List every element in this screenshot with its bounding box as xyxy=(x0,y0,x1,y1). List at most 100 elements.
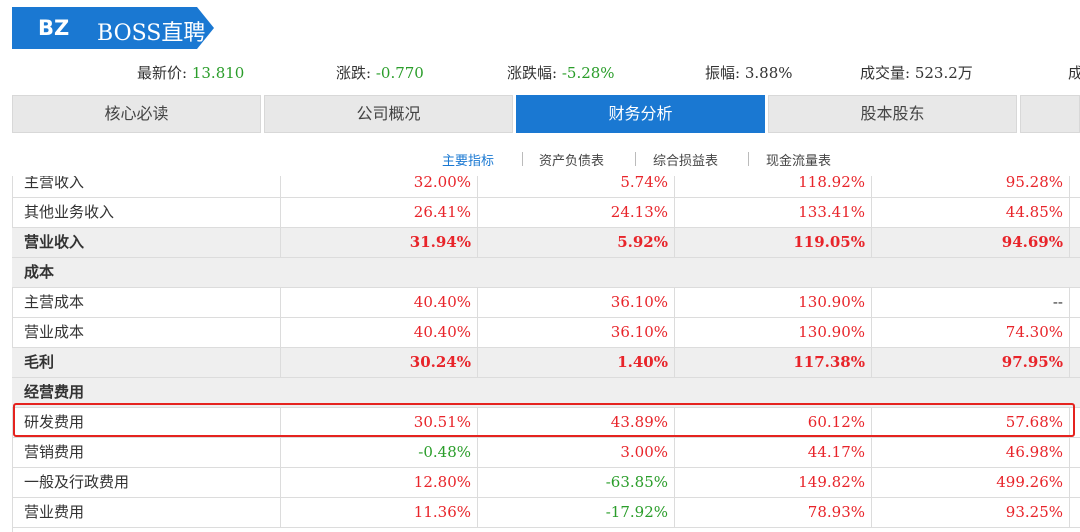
table-row: 营业成本 40.40% 36.10% 130.90% 74.30% xyxy=(12,318,1080,348)
row-label: 营业收入 xyxy=(12,228,281,257)
percent-change-value: -5.28% xyxy=(561,64,615,82)
tab-company-overview[interactable]: 公司概况 xyxy=(264,95,513,133)
row-value-col-1: -0.48% xyxy=(281,438,478,467)
volume-label: 成交量: xyxy=(860,64,911,82)
row-value-col-1: 31.94% xyxy=(281,228,478,257)
percent-change-label: 涨跌幅: xyxy=(507,64,558,82)
table-row: 主营成本 40.40% 36.10% 130.90% -- xyxy=(12,288,1080,318)
amplitude-label: 振幅: xyxy=(705,64,741,82)
volume-value: 523.2万 xyxy=(914,64,973,82)
stock-code: BZ xyxy=(38,16,70,40)
row-value-col-3: 149.82% xyxy=(675,468,872,497)
table-row: 营业收入 31.94% 5.92% 119.05% 94.69% xyxy=(12,228,1080,258)
row-value-col-2: 5.92% xyxy=(478,228,675,257)
row-value-col-4: 57.68% xyxy=(872,408,1070,437)
subtab-key-indicators[interactable]: 主要指标 xyxy=(442,150,494,169)
latest-price-value: 13.810 xyxy=(191,64,245,82)
row-value-col-3: 118.92% xyxy=(675,176,872,197)
latest-price-label: 最新价: xyxy=(137,64,188,82)
row-value-col-4: 46.98% xyxy=(872,438,1070,467)
row-value-col-3: 117.38% xyxy=(675,348,872,377)
subtab-balance-sheet[interactable]: 资产负债表 xyxy=(539,150,604,169)
row-value-col-1: 40.40% xyxy=(281,318,478,347)
row-label: 主营成本 xyxy=(12,288,281,317)
row-value-col-1: 32.00% xyxy=(281,176,478,197)
row-value-col-4: 93.25% xyxy=(872,498,1070,527)
tab-overflow[interactable] xyxy=(1020,95,1080,133)
row-label: 研发费用 xyxy=(12,408,281,437)
row-label: 主营收入 xyxy=(12,176,281,197)
row-label: 其他业务收入 xyxy=(12,198,281,227)
row-value-col-1: 40.40% xyxy=(281,288,478,317)
row-value-col-4: 499.26% xyxy=(872,468,1070,497)
row-value-col-3: 133.41% xyxy=(675,198,872,227)
row-label: 营销费用 xyxy=(12,438,281,467)
stock-name: BOSS直聘 xyxy=(97,21,206,46)
subtab-divider xyxy=(522,152,523,166)
row-value-col-2: 24.13% xyxy=(478,198,675,227)
row-value-col-3: 60.12% xyxy=(675,408,872,437)
table-category-row: 成本 xyxy=(12,258,1080,288)
table-row: 营业费用 11.36% -17.92% 78.93% 93.25% xyxy=(12,498,1080,528)
amplitude: 振幅: 3.88% xyxy=(705,62,793,83)
row-label: 成本 xyxy=(24,263,55,281)
row-value-col-4: 97.95% xyxy=(872,348,1070,377)
row-value-col-3: 78.93% xyxy=(675,498,872,527)
row-value-col-3: 130.90% xyxy=(675,288,872,317)
tab-core-reading[interactable]: 核心必读 xyxy=(12,95,261,133)
row-value-col-4: 95.28% xyxy=(872,176,1070,197)
table-row: 毛利 30.24% 1.40% 117.38% 97.95% xyxy=(12,348,1080,378)
tab-financial-analysis[interactable]: 财务分析 xyxy=(516,95,765,133)
row-value-col-1: 26.41% xyxy=(281,198,478,227)
row-label: 毛利 xyxy=(12,348,281,377)
row-value-col-4: 44.85% xyxy=(872,198,1070,227)
row-label: 经营费用 xyxy=(24,383,85,401)
row-value-col-4: 94.69% xyxy=(872,228,1070,257)
row-value-col-1: 12.80% xyxy=(281,468,478,497)
row-value-col-2: 5.74% xyxy=(478,176,675,197)
row-value-col-2: 43.89% xyxy=(478,408,675,437)
table-row: 主营收入 32.00% 5.74% 118.92% 95.28% xyxy=(12,176,1080,198)
row-value-col-2: 3.00% xyxy=(478,438,675,467)
subtab-income-statement[interactable]: 综合损益表 xyxy=(653,150,718,169)
row-value-col-2: -17.92% xyxy=(478,498,675,527)
subtab-cash-flow[interactable]: 现金流量表 xyxy=(766,150,831,169)
price-change-value: -0.770 xyxy=(375,64,424,82)
financial-table: 主营收入 32.00% 5.74% 118.92% 95.28% 其他业务收入 26.41%… xyxy=(12,176,1080,532)
table-row: 研发费用 30.51% 43.89% 60.12% 57.68% xyxy=(12,408,1080,438)
subtab-divider xyxy=(635,152,636,166)
main-tabs: 核心必读 公司概况 财务分析 股本股东 xyxy=(12,95,1080,133)
table-row: 一般及行政费用 12.80% -63.85% 149.82% 499.26% xyxy=(12,468,1080,498)
row-value-col-1: 30.24% xyxy=(281,348,478,377)
row-value-col-3: 130.90% xyxy=(675,318,872,347)
truncated-quote-label: 成 xyxy=(1068,62,1080,83)
row-value-col-2: 36.10% xyxy=(478,288,675,317)
sub-tabs: 主要指标 资产负债表 综合损益表 现金流量表 xyxy=(0,150,1080,170)
table-category-row: 经营费用 xyxy=(12,378,1080,408)
volume: 成交量: 523.2万 xyxy=(860,62,973,83)
row-value-col-1: 30.51% xyxy=(281,408,478,437)
table-row: 其他业务收入 26.41% 24.13% 133.41% 44.85% xyxy=(12,198,1080,228)
stock-header-tag: BZ BOSS直聘 xyxy=(12,7,214,49)
subtab-divider xyxy=(748,152,749,166)
row-value-col-3: 119.05% xyxy=(675,228,872,257)
row-label: 营业成本 xyxy=(12,318,281,347)
latest-price: 最新价: 13.810 xyxy=(137,62,244,83)
row-value-col-2: -63.85% xyxy=(478,468,675,497)
truncated-label: 成 xyxy=(1068,64,1080,82)
amplitude-value: 3.88% xyxy=(744,64,793,82)
row-value-col-1: 11.36% xyxy=(281,498,478,527)
tab-shareholders[interactable]: 股本股东 xyxy=(768,95,1017,133)
percent-change: 涨跌幅: -5.28% xyxy=(507,62,615,83)
row-label: 一般及行政费用 xyxy=(12,468,281,497)
table-row: 营销费用 -0.48% 3.00% 44.17% 46.98% xyxy=(12,438,1080,468)
price-change-label: 涨跌: xyxy=(336,64,372,82)
row-value-col-3: 44.17% xyxy=(675,438,872,467)
table-body: 主营收入 32.00% 5.74% 118.92% 95.28% 其他业务收入 26.41%… xyxy=(12,176,1080,528)
row-value-col-4: -- xyxy=(872,288,1070,317)
row-value-col-2: 1.40% xyxy=(478,348,675,377)
row-value-col-2: 36.10% xyxy=(478,318,675,347)
row-label: 营业费用 xyxy=(12,498,281,527)
price-change: 涨跌: -0.770 xyxy=(336,62,424,83)
row-value-col-4: 74.30% xyxy=(872,318,1070,347)
